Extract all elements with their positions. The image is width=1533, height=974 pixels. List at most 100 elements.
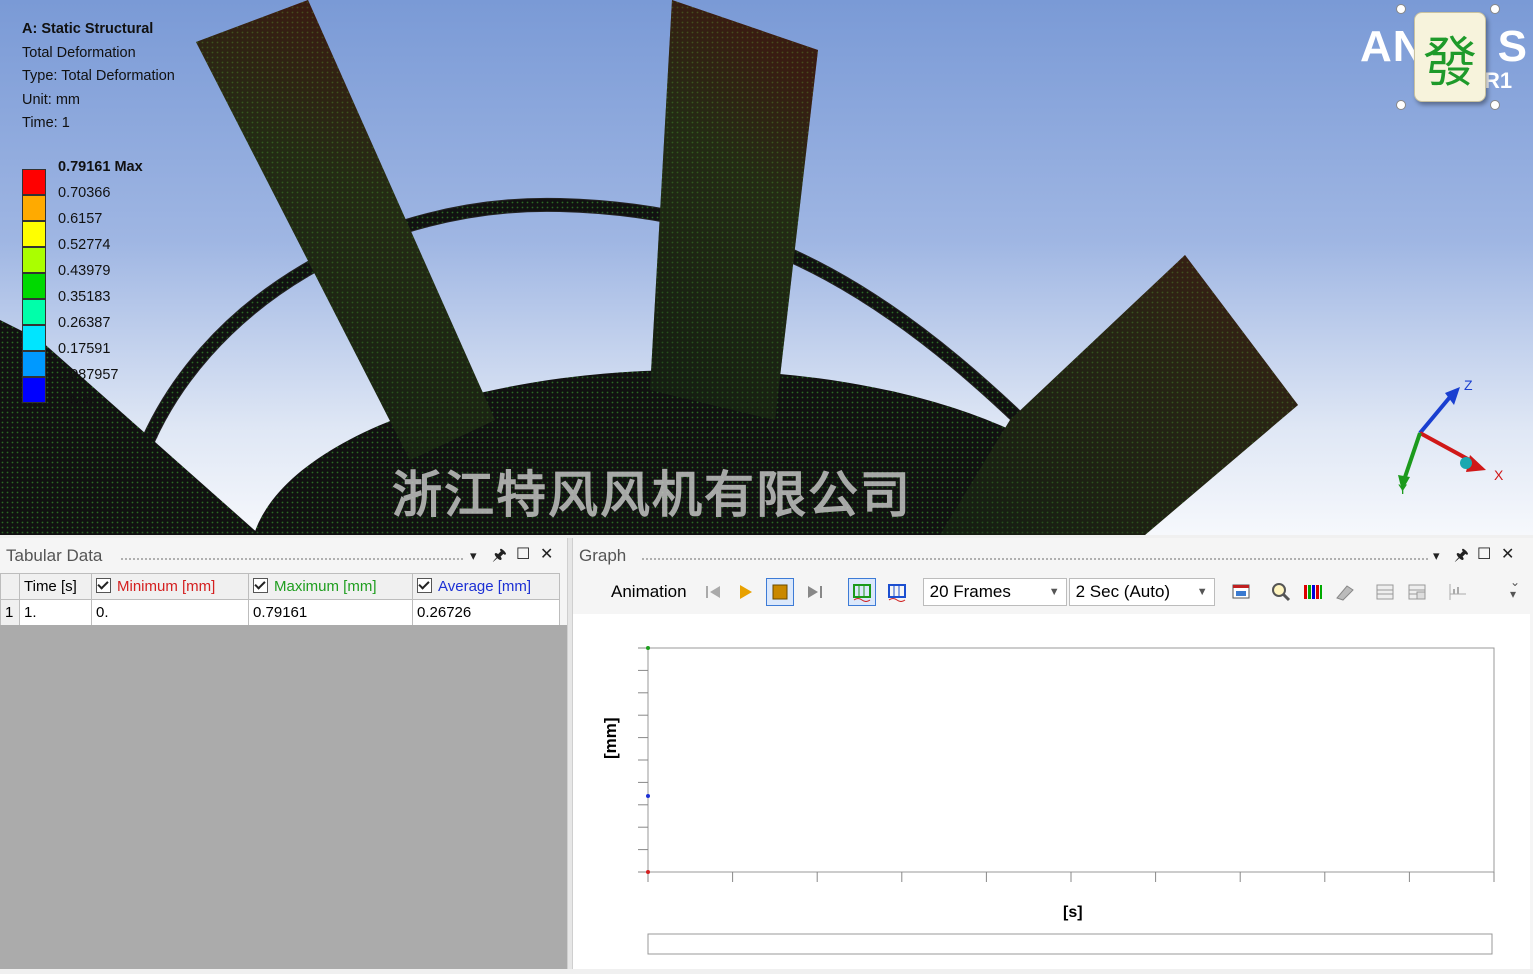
column-header-label: Time [s] — [24, 578, 77, 595]
animation-label: Animation — [611, 582, 687, 601]
close-icon[interactable]: ✕ — [540, 544, 553, 564]
table-cell[interactable]: 0.79161 — [248, 599, 413, 626]
panel-menu-dropdown-icon[interactable]: ▾ — [1433, 548, 1440, 564]
legend-color-swatch — [22, 221, 46, 247]
result-name: Total Deformation — [22, 44, 136, 61]
result-sets-icon[interactable] — [886, 581, 908, 603]
frames-select[interactable]: 20 Frames ▼ — [922, 578, 1067, 606]
legend-value[interactable]: 0.43979 — [58, 263, 110, 279]
resize-handle[interactable] — [1396, 100, 1406, 110]
time-history-chart — [638, 646, 1495, 955]
logo-text-tail: S — [1497, 22, 1528, 71]
probe-icon[interactable] — [1334, 581, 1356, 603]
pin-icon[interactable]: 🖈 — [492, 544, 507, 571]
result-type: Type: Total Deformation — [22, 68, 175, 84]
mahjong-tile-sticker[interactable]: 發 — [1414, 12, 1486, 102]
legend-value[interactable]: 0.70366 — [58, 185, 110, 201]
watermark-text: 浙江特风风机有限公司 — [392, 466, 912, 524]
legend-color-swatch — [22, 377, 46, 403]
play-icon[interactable] — [734, 581, 756, 603]
legend-color-swatch — [22, 273, 46, 299]
table-header-row: Time [s] Minimum [mm] Maximum [mm] Avera… — [0, 573, 560, 600]
legend-color-swatch — [22, 351, 46, 377]
maximize-icon[interactable]: ☐ — [516, 544, 530, 564]
x-axis-title: [s] — [1063, 904, 1083, 921]
graphics-viewport[interactable]: A: Static Structural Total Deformation T… — [0, 0, 1533, 535]
zoom-icon[interactable] — [1270, 581, 1292, 603]
resize-handle[interactable] — [1396, 4, 1406, 14]
legend-color-swatch — [22, 195, 46, 221]
close-icon[interactable]: ✕ — [1501, 544, 1514, 564]
duration-value: 2 Sec (Auto) — [1075, 582, 1171, 601]
minimum-series-point — [646, 870, 650, 874]
export-video-icon[interactable] — [1230, 581, 1252, 603]
column-header-average[interactable]: Average [mm] — [412, 573, 560, 600]
legend-value[interactable]: 0.35183 — [58, 289, 110, 305]
table-export-icon[interactable] — [1374, 581, 1396, 603]
z-axis-label: Z — [1464, 377, 1473, 393]
maximum-series-point — [646, 646, 650, 650]
legend-value[interactable]: 0.087957 — [58, 367, 118, 383]
duration-select[interactable]: 2 Sec (Auto) ▼ — [1068, 578, 1215, 606]
legend-color-swatch — [22, 299, 46, 325]
column-header-minimum[interactable]: Minimum [mm] — [91, 573, 249, 600]
legend-value[interactable]: 0 Min — [58, 393, 93, 409]
column-header-label: Average [mm] — [438, 578, 532, 595]
chevron-down-icon: ▼ — [1048, 586, 1060, 598]
panel-menu-dropdown-icon[interactable]: ▾ — [470, 548, 477, 564]
row-header-corner — [0, 573, 20, 600]
legend-value[interactable]: 0.17591 — [58, 341, 110, 357]
column-checkbox[interactable] — [96, 578, 111, 593]
result-unit: Unit: mm — [22, 91, 80, 108]
table-row[interactable]: 1 1. 0. 0.79161 0.26726 — [0, 599, 560, 626]
panel-title: Graph — [579, 546, 627, 565]
column-header-label: Maximum [mm] — [274, 578, 377, 595]
column-header-time[interactable]: Time [s] — [19, 573, 92, 600]
resize-handle[interactable] — [1490, 100, 1500, 110]
timeline-bar — [647, 933, 1493, 955]
table-copy-icon[interactable] — [1406, 581, 1428, 603]
column-header-maximum[interactable]: Maximum [mm] — [248, 573, 413, 600]
graph-plot-area[interactable]: [mm] [s] — [573, 614, 1530, 969]
legend-color-swatch — [22, 325, 46, 351]
color-bars-icon[interactable] — [1302, 581, 1324, 603]
legend-value[interactable]: 0.26387 — [58, 315, 110, 331]
first-frame-icon[interactable] — [702, 581, 724, 603]
toolbar-overflow-icon[interactable]: ⌄ ▾ — [1510, 576, 1520, 600]
table-cell[interactable]: 0. — [91, 599, 249, 626]
frames-value: 20 Frames — [929, 582, 1011, 601]
legend-value[interactable]: 0.6157 — [58, 211, 102, 227]
distributed-frames-icon[interactable] — [847, 578, 876, 606]
legend-value[interactable]: 0.79161 Max — [58, 159, 143, 175]
legend-value[interactable]: 0.52774 — [58, 237, 110, 253]
column-checkbox[interactable] — [253, 578, 268, 593]
average-series-point — [646, 794, 650, 798]
panel-title: Tabular Data — [6, 546, 103, 565]
y-axis-title: [mm] — [601, 717, 620, 759]
y-axis-label: Y — [1398, 481, 1408, 497]
resize-handle[interactable] — [1490, 4, 1500, 14]
stop-icon[interactable] — [765, 578, 794, 606]
table-cell[interactable]: 1. — [19, 599, 92, 626]
result-time: Time: 1 — [22, 115, 70, 131]
result-info: A: Static Structural Total Deformation T… — [22, 18, 175, 136]
logo-version: R1 — [1484, 68, 1513, 93]
table-empty-area — [0, 625, 567, 969]
legend-color-swatch — [22, 169, 46, 195]
chevron-down-icon: ▼ — [1196, 586, 1208, 598]
animation-toolbar: Animation 20 Frames ▼ 2 Sec (Auto) ▼ — [611, 574, 1473, 610]
tabular-data-table: Time [s] Minimum [mm] Maximum [mm] Avera… — [0, 573, 560, 626]
last-frame-icon[interactable] — [804, 581, 826, 603]
table-cell[interactable]: 0.26726 — [412, 599, 560, 626]
column-checkbox[interactable] — [417, 578, 432, 593]
plot-frame — [647, 647, 1495, 873]
graph-options-icon[interactable] — [1446, 581, 1468, 603]
maximize-icon[interactable]: ☐ — [1477, 544, 1491, 564]
analysis-title: A: Static Structural — [22, 21, 154, 37]
x-axis-label: X — [1494, 467, 1504, 483]
legend-color-swatch — [22, 247, 46, 273]
row-index[interactable]: 1 — [0, 599, 20, 626]
pin-icon[interactable]: 🖈 — [1454, 544, 1469, 571]
tabular-data-panel: Tabular Data ▾ 🖈 ☐ ✕ Time [s] Minimum [m… — [0, 538, 567, 969]
column-header-label: Minimum [mm] — [117, 578, 216, 595]
